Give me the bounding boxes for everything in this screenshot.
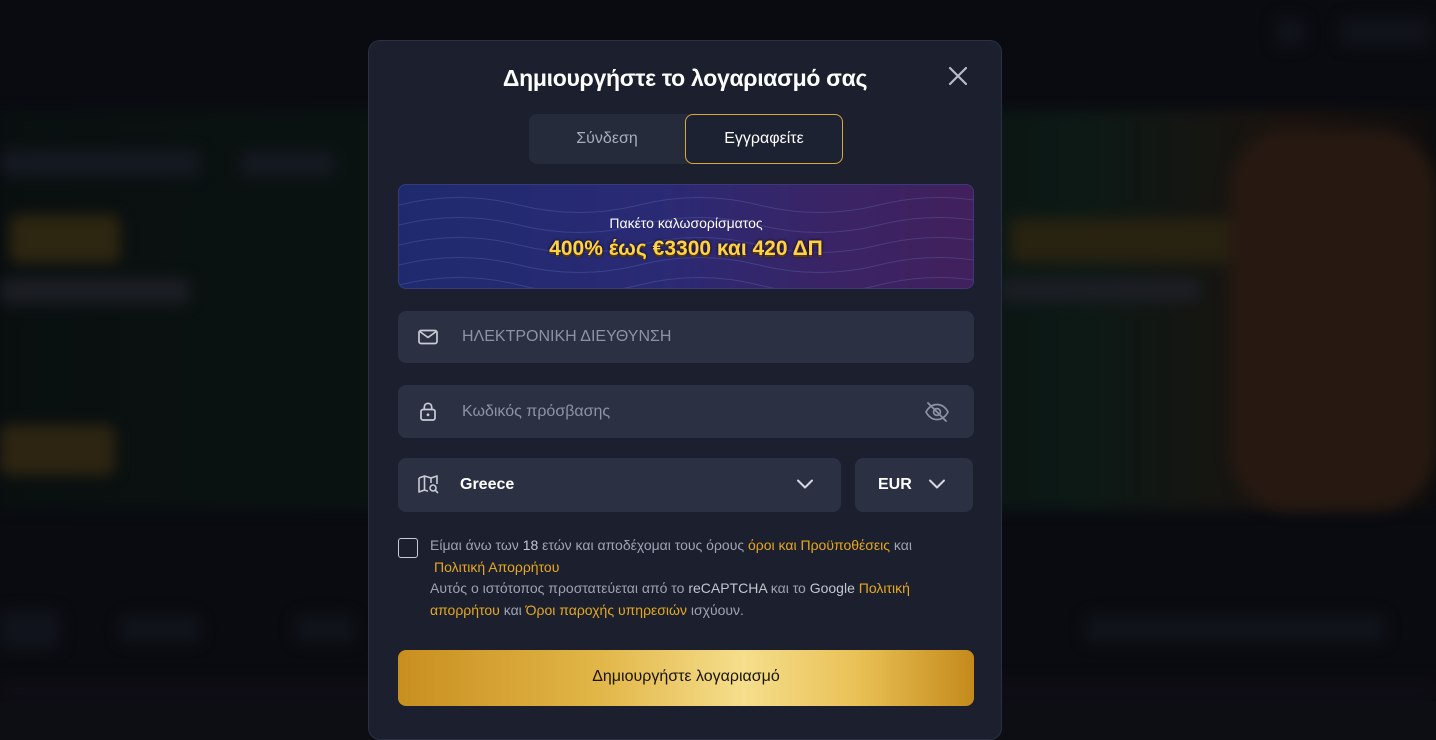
auth-tabs: Σύνδεση Εγγραφείτε bbox=[529, 114, 843, 164]
modal-title: Δημιουργήστε το λογαριασμό σας bbox=[502, 65, 868, 91]
create-account-button[interactable]: Δημιουργήστε λογαριασμό bbox=[398, 650, 974, 706]
consent-text: Είμαι άνω των 18 ετών και αποδέχομαι του… bbox=[430, 537, 912, 618]
google-terms-link[interactable]: Όροι παροχής υπηρεσιών bbox=[526, 602, 687, 618]
register-modal: Δημιουργήστε το λογαριασμό σας Σύνδεση Ε… bbox=[368, 40, 1002, 740]
password-field[interactable]: Κωδικός πρόσβασης bbox=[398, 385, 974, 438]
chevron-down-icon bbox=[795, 476, 815, 492]
country-select[interactable]: Greece bbox=[398, 458, 841, 512]
tab-login[interactable]: Σύνδεση bbox=[529, 114, 685, 164]
tab-register[interactable]: Εγγραφείτε bbox=[685, 114, 843, 164]
terms-link[interactable]: όροι και Προϋποθέσεις bbox=[748, 537, 890, 553]
email-field[interactable]: ΗΛΕΚΤΡΟΝΙΚΗ ΔΙΕΥΘΥΝΣΗ bbox=[398, 311, 974, 363]
eye-off-icon[interactable] bbox=[924, 400, 950, 424]
lock-icon bbox=[417, 400, 439, 422]
google-privacy-link-cont[interactable]: απορρήτου bbox=[430, 602, 500, 618]
country-value: Greece bbox=[460, 476, 515, 493]
promo-headline: 400% έως €3300 και 420 ΔΠ bbox=[549, 237, 823, 260]
currency-select[interactable]: EUR bbox=[855, 458, 973, 512]
google-privacy-link[interactable]: Πολιτική bbox=[859, 580, 910, 596]
close-icon[interactable] bbox=[947, 65, 969, 87]
password-placeholder: Κωδικός πρόσβασης bbox=[462, 403, 611, 420]
envelope-icon bbox=[417, 326, 439, 348]
privacy-policy-link[interactable]: Πολιτική Απορρήτου bbox=[434, 559, 559, 575]
age-terms-checkbox[interactable] bbox=[398, 538, 418, 558]
map-search-icon bbox=[417, 473, 439, 495]
email-placeholder: ΗΛΕΚΤΡΟΝΙΚΗ ΔΙΕΥΘΥΝΣΗ bbox=[462, 328, 672, 345]
promo-subtitle: Πακέτο καλωσορίσματος bbox=[609, 215, 763, 231]
currency-value: EUR bbox=[878, 476, 912, 493]
chevron-down-icon bbox=[927, 476, 947, 492]
welcome-bonus-banner: Πακέτο καλωσορίσματος 400% έως €3300 και… bbox=[398, 184, 974, 289]
